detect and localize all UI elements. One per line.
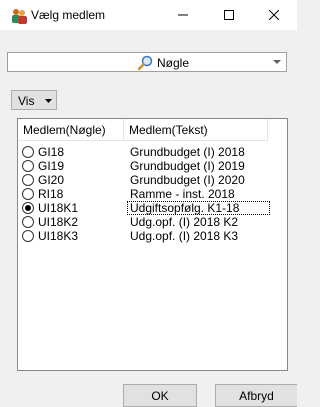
- radio-button[interactable]: [22, 174, 34, 186]
- member-text: Grundbudget (I) 2019: [130, 159, 245, 173]
- member-text: Grundbudget (I) 2020: [130, 173, 245, 187]
- column-header-key[interactable]: Medlem(Nøgle): [18, 119, 124, 141]
- chevron-down-icon: [273, 60, 281, 64]
- search-combobox[interactable]: Nøgle: [7, 52, 287, 72]
- member-list[interactable]: Medlem(Nøgle) Medlem(Tekst) GI18 Grundbu…: [17, 118, 288, 371]
- member-key: GI18: [38, 145, 65, 159]
- column-header-key-label: Medlem(Nøgle): [23, 123, 106, 137]
- title-bar: Vælg medlem: [0, 0, 297, 30]
- cancel-button[interactable]: Afbryd: [215, 384, 297, 407]
- close-icon: [269, 10, 279, 20]
- search-icon: [137, 54, 154, 71]
- search-dropdown-button[interactable]: [268, 53, 286, 71]
- column-header-text-label: Medlem(Tekst): [129, 123, 208, 137]
- ok-button[interactable]: OK: [123, 384, 197, 407]
- window-title: Vælg medlem: [31, 8, 106, 22]
- list-item[interactable]: RI18 Ramme - inst. 2018: [18, 187, 287, 201]
- vis-dropdown-button[interactable]: Vis: [11, 90, 57, 110]
- member-key: GI20: [38, 173, 65, 187]
- member-text: Udgiftsopfølg. K1-18: [130, 201, 240, 215]
- member-key: UI18K2: [38, 215, 79, 229]
- member-text: Udg.opf. (I) 2018 K2: [130, 215, 239, 229]
- member-text: Ramme - inst. 2018: [130, 187, 235, 201]
- list-item-selected[interactable]: UI18K1 Udgiftsopfølg. K1-18: [18, 201, 287, 215]
- radio-button[interactable]: [22, 216, 34, 228]
- member-key: GI19: [38, 159, 65, 173]
- radio-button[interactable]: [22, 188, 34, 200]
- radio-button[interactable]: [22, 146, 34, 158]
- chevron-down-icon: [45, 99, 52, 103]
- list-item[interactable]: GI20 Grundbudget (I) 2020: [18, 173, 287, 187]
- radio-button[interactable]: [22, 230, 34, 242]
- cancel-button-label: Afbryd: [239, 389, 274, 403]
- list-item[interactable]: UI18K3 Udg.opf. (I) 2018 K3: [18, 229, 287, 243]
- minimize-button[interactable]: [160, 0, 206, 30]
- member-text: Udg.opf. (I) 2018 K3: [130, 229, 239, 243]
- column-header-text[interactable]: Medlem(Tekst): [124, 119, 268, 141]
- close-button[interactable]: [251, 0, 297, 30]
- list-item[interactable]: GI18 Grundbudget (I) 2018: [18, 145, 287, 159]
- maximize-button[interactable]: [206, 0, 252, 30]
- member-key: UI18K1: [38, 201, 79, 215]
- people-icon: [10, 8, 28, 24]
- minimize-icon: [178, 14, 188, 16]
- maximize-icon: [224, 10, 234, 20]
- radio-button-checked[interactable]: [22, 202, 34, 214]
- vis-label: Vis: [18, 94, 35, 108]
- member-key: RI18: [38, 187, 64, 201]
- search-value: Nøgle: [157, 56, 190, 70]
- list-header: Medlem(Nøgle) Medlem(Tekst): [18, 119, 287, 141]
- member-key: UI18K3: [38, 229, 79, 243]
- radio-button[interactable]: [22, 160, 34, 172]
- member-text: Grundbudget (I) 2018: [130, 145, 245, 159]
- list-item[interactable]: GI19 Grundbudget (I) 2019: [18, 159, 287, 173]
- ok-button-label: OK: [151, 389, 169, 403]
- list-item[interactable]: UI18K2 Udg.opf. (I) 2018 K2: [18, 215, 287, 229]
